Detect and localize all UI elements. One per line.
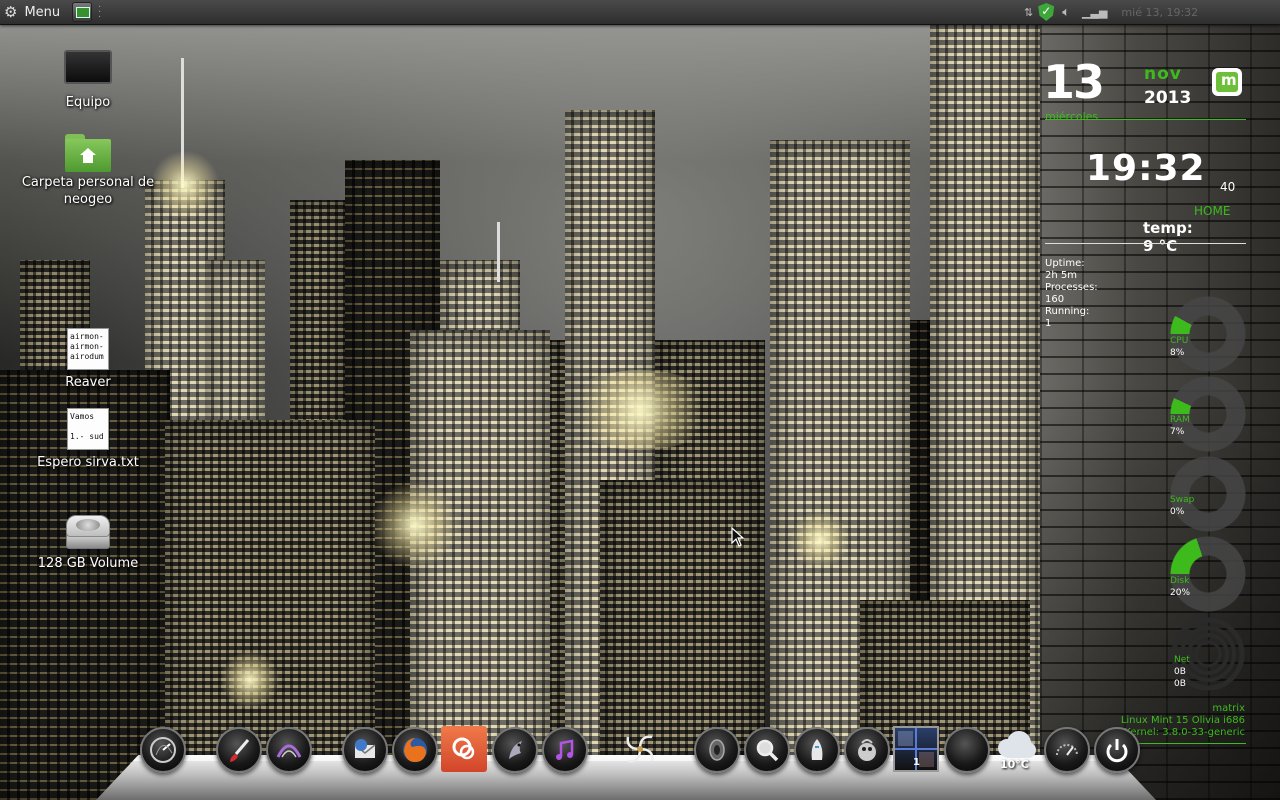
inkscape-icon[interactable]	[266, 727, 312, 773]
search-icon[interactable]	[744, 727, 790, 773]
conky-day: 13	[1043, 55, 1105, 109]
mouse-cursor-icon	[731, 527, 745, 547]
desktop-icon-home-folder[interactable]: Carpeta personal de neogeo	[13, 134, 163, 208]
menu-label: Menu	[24, 4, 61, 20]
conky-hostname: matrix	[1212, 703, 1245, 714]
net-up: 0B	[1174, 679, 1186, 689]
terminal-launcher-icon[interactable]	[72, 2, 92, 22]
bird-icon[interactable]	[794, 727, 840, 773]
desktop-icon-reaver[interactable]: airmon- airmon- airodum Reaver	[13, 328, 163, 391]
workspace-number: 1	[913, 757, 920, 768]
ram-value: 7%	[1170, 427, 1185, 437]
linux-mint-logo-icon	[1212, 68, 1242, 96]
text-file-icon: airmon- airmon- airodum	[67, 328, 109, 370]
firefox-icon[interactable]	[392, 727, 438, 773]
pidgin-icon[interactable]	[492, 727, 538, 773]
speaker-icon[interactable]	[694, 727, 740, 773]
text-file-icon: Vamos 1.- sud	[67, 408, 109, 450]
workspace-switcher-icon[interactable]: 1	[893, 726, 939, 772]
home-folder-icon	[65, 134, 111, 172]
desktop-icon-volume[interactable]: 128 GB Volume	[13, 515, 163, 572]
conky-uptime: Uptime: 2h 5m	[1045, 258, 1085, 281]
conky-seconds: 40	[1220, 180, 1236, 194]
ram-label: RAM	[1170, 415, 1190, 425]
cpu-value: 8%	[1170, 348, 1185, 358]
conky-running: Running: 1	[1045, 306, 1090, 329]
desktop-icon-label: Reaver	[65, 375, 111, 390]
conky-month: nov	[1144, 64, 1182, 84]
panel-separator-icon: · · ·	[98, 2, 102, 23]
software-center-icon[interactable]	[441, 726, 487, 772]
conky-processes: Processes: 160	[1045, 282, 1098, 305]
blank-orb-icon[interactable]	[944, 727, 990, 773]
drive-icon	[66, 515, 110, 551]
divider	[1045, 119, 1246, 120]
desktop-icon-espero-sirva[interactable]: Vamos 1.- sud Espero sirva.txt	[13, 408, 163, 471]
divider	[1045, 243, 1246, 244]
update-manager-icon[interactable]: ✓	[1038, 3, 1055, 21]
disk-ring-meter	[1170, 536, 1246, 612]
disk-value: 20%	[1170, 588, 1191, 598]
desktop-icon-label: 128 GB Volume	[37, 556, 139, 571]
net-down: 0B	[1174, 667, 1186, 677]
conky-distro: Linux Mint 15 Olivia i686	[1120, 715, 1245, 726]
gauge-icon[interactable]	[1044, 727, 1090, 773]
gear-icon: ⚙	[4, 3, 18, 21]
desktop-icon-equipo[interactable]: Equipo	[13, 50, 163, 111]
conky-kernel: Kernel: 3.8.0-33-generic	[1124, 727, 1245, 738]
ram-ring-meter	[1170, 376, 1246, 452]
gimp-icon[interactable]	[844, 727, 890, 773]
disk-label: Disk	[1170, 576, 1190, 586]
computer-icon	[64, 50, 112, 90]
weather-icon[interactable]: 10°C	[993, 726, 1039, 772]
weather-temp: 10°C	[1000, 758, 1029, 771]
desktop-icon-label: Carpeta personal de neogeo	[21, 175, 155, 207]
conky-footer: matrix Linux Mint 15 Olivia i686 Kernel:…	[1060, 703, 1245, 739]
net-label: Net	[1174, 655, 1190, 665]
swap-label: Swap	[1170, 495, 1195, 505]
desktop-icon-label: Equipo	[65, 95, 111, 110]
clock-icon[interactable]	[140, 727, 186, 773]
panel-clock[interactable]: mié 13, 19:32	[1121, 6, 1198, 19]
system-tray: ⇅ ✓ 🔈︎ ▁▃▅ mié 13, 19:32	[1024, 2, 1198, 22]
cpu-ring-meter	[1170, 296, 1246, 372]
signal-icon[interactable]: ▁▃▅	[1082, 6, 1107, 19]
thunderbird-icon[interactable]	[342, 727, 388, 773]
menu-button[interactable]: ⚙ Menu	[4, 2, 60, 22]
volume-icon[interactable]: 🔈︎	[1062, 5, 1070, 20]
network-icon[interactable]: ⇅	[1024, 6, 1033, 19]
swap-ring-meter	[1170, 456, 1246, 532]
desktop-icon-label: Espero sirva.txt	[37, 455, 139, 470]
conky-temp: temp: 9 °C	[1143, 219, 1193, 255]
top-panel: ⚙ Menu · · · ⇅ ✓ 🔈︎ ▁▃▅ mié 13, 19:32	[0, 0, 1280, 25]
music-icon[interactable]	[542, 727, 588, 773]
conky-time: 19:32	[1086, 148, 1206, 189]
conky-location: HOME	[1194, 204, 1231, 218]
conky-year: 2013	[1144, 88, 1192, 108]
power-icon[interactable]	[1094, 727, 1140, 773]
cpu-label: CPU	[1170, 336, 1189, 346]
conky-system-stats: Uptime: 2h 5m Processes: 160 Running: 1	[1045, 258, 1098, 330]
paint-brush-icon[interactable]	[216, 727, 262, 773]
mint-swirl-icon[interactable]	[617, 726, 663, 772]
conky-weekday: miércoles	[1045, 110, 1099, 123]
swap-value: 0%	[1170, 507, 1185, 517]
